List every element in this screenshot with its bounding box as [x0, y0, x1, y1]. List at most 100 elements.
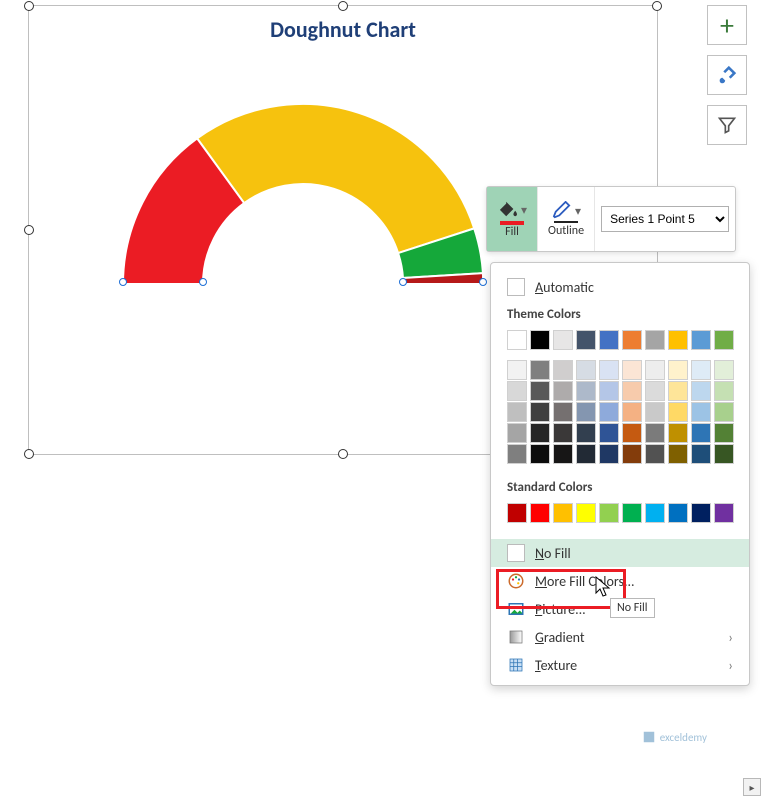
- color-swatch[interactable]: [507, 423, 527, 443]
- watermark: exceldemy: [642, 730, 707, 744]
- color-swatch[interactable]: [576, 360, 596, 380]
- color-swatch[interactable]: [599, 360, 619, 380]
- no-fill-label: No Fill: [535, 545, 571, 562]
- doughnut-plot[interactable]: [103, 84, 503, 284]
- color-swatch[interactable]: [714, 381, 734, 401]
- color-swatch[interactable]: [599, 381, 619, 401]
- color-swatch[interactable]: [507, 330, 527, 350]
- color-swatch[interactable]: [530, 330, 550, 350]
- color-swatch[interactable]: [691, 381, 711, 401]
- color-swatch[interactable]: [530, 360, 550, 380]
- color-swatch[interactable]: [553, 444, 573, 464]
- color-swatch[interactable]: [645, 402, 665, 422]
- fill-button[interactable]: ▾ Fill: [487, 187, 538, 251]
- color-swatch[interactable]: [553, 503, 573, 523]
- color-swatch[interactable]: [691, 402, 711, 422]
- color-swatch[interactable]: [507, 402, 527, 422]
- color-swatch[interactable]: [645, 360, 665, 380]
- texture-option[interactable]: Texture ›: [491, 651, 749, 679]
- color-swatch[interactable]: [668, 503, 688, 523]
- resize-handle[interactable]: [24, 449, 34, 459]
- color-swatch[interactable]: [691, 503, 711, 523]
- color-swatch[interactable]: [599, 423, 619, 443]
- color-swatch[interactable]: [645, 330, 665, 350]
- doughnut-svg[interactable]: [103, 84, 503, 284]
- color-swatch[interactable]: [714, 423, 734, 443]
- chart-styles-button[interactable]: [707, 55, 747, 95]
- texture-icon: [507, 656, 525, 674]
- scroll-right-button[interactable]: ▸: [743, 778, 761, 796]
- color-swatch[interactable]: [530, 381, 550, 401]
- color-swatch[interactable]: [599, 503, 619, 523]
- color-swatch[interactable]: [530, 503, 550, 523]
- color-swatch[interactable]: [507, 360, 527, 380]
- theme-color-row1: [491, 326, 749, 360]
- resize-handle[interactable]: [338, 1, 348, 11]
- color-swatch[interactable]: [553, 381, 573, 401]
- color-swatch[interactable]: [507, 444, 527, 464]
- color-swatch[interactable]: [576, 402, 596, 422]
- color-swatch[interactable]: [622, 330, 642, 350]
- color-swatch[interactable]: [507, 503, 527, 523]
- series-selector[interactable]: Series 1 Point 5: [601, 206, 729, 232]
- resize-handle[interactable]: [652, 1, 662, 11]
- color-swatch[interactable]: [622, 444, 642, 464]
- color-swatch[interactable]: [691, 360, 711, 380]
- no-fill-option[interactable]: No Fill: [491, 539, 749, 567]
- color-swatch[interactable]: [714, 330, 734, 350]
- color-swatch[interactable]: [622, 402, 642, 422]
- outline-button[interactable]: ▾ Outline: [538, 187, 595, 251]
- color-swatch[interactable]: [691, 423, 711, 443]
- color-swatch[interactable]: [576, 330, 596, 350]
- color-swatch[interactable]: [691, 444, 711, 464]
- color-swatch[interactable]: [645, 381, 665, 401]
- color-swatch[interactable]: [599, 330, 619, 350]
- chart-filters-button[interactable]: [707, 105, 747, 145]
- automatic-option[interactable]: Automatic: [491, 273, 749, 301]
- color-swatch[interactable]: [622, 381, 642, 401]
- color-swatch[interactable]: [507, 381, 527, 401]
- color-swatch[interactable]: [530, 444, 550, 464]
- theme-color-shades: [491, 360, 749, 474]
- color-swatch[interactable]: [576, 423, 596, 443]
- color-swatch[interactable]: [714, 444, 734, 464]
- fill-dropdown-panel: Automatic Theme Colors Standard Colors N…: [490, 262, 750, 686]
- resize-handle[interactable]: [338, 449, 348, 459]
- color-swatch[interactable]: [553, 360, 573, 380]
- color-swatch[interactable]: [530, 402, 550, 422]
- selection-handle: [119, 278, 127, 286]
- color-swatch[interactable]: [622, 423, 642, 443]
- color-swatch[interactable]: [668, 444, 688, 464]
- color-swatch[interactable]: [714, 402, 734, 422]
- color-swatch[interactable]: [599, 444, 619, 464]
- color-swatch[interactable]: [622, 503, 642, 523]
- color-swatch[interactable]: [576, 444, 596, 464]
- color-swatch[interactable]: [645, 444, 665, 464]
- format-mini-toolbar: ▾ Fill ▾ Outline Series 1 Point 5: [486, 186, 736, 252]
- color-swatch[interactable]: [668, 360, 688, 380]
- color-swatch[interactable]: [691, 330, 711, 350]
- color-swatch[interactable]: [714, 503, 734, 523]
- color-swatch[interactable]: [576, 381, 596, 401]
- more-fill-colors-option[interactable]: More Fill Colors...: [491, 567, 749, 595]
- color-swatch[interactable]: [576, 503, 596, 523]
- resize-handle[interactable]: [24, 225, 34, 235]
- color-swatch[interactable]: [645, 423, 665, 443]
- color-swatch[interactable]: [668, 330, 688, 350]
- color-swatch[interactable]: [553, 423, 573, 443]
- color-swatch[interactable]: [553, 402, 573, 422]
- color-swatch[interactable]: [668, 402, 688, 422]
- color-swatch[interactable]: [668, 381, 688, 401]
- chart-elements-button[interactable]: [707, 5, 747, 45]
- color-swatch[interactable]: [714, 360, 734, 380]
- gradient-option[interactable]: Gradient ›: [491, 623, 749, 651]
- color-swatch[interactable]: [645, 503, 665, 523]
- chart-title[interactable]: Doughnut Chart: [29, 16, 657, 43]
- segment-2[interactable]: [197, 104, 474, 253]
- resize-handle[interactable]: [24, 1, 34, 11]
- color-swatch[interactable]: [553, 330, 573, 350]
- color-swatch[interactable]: [530, 423, 550, 443]
- color-swatch[interactable]: [668, 423, 688, 443]
- color-swatch[interactable]: [599, 402, 619, 422]
- color-swatch[interactable]: [622, 360, 642, 380]
